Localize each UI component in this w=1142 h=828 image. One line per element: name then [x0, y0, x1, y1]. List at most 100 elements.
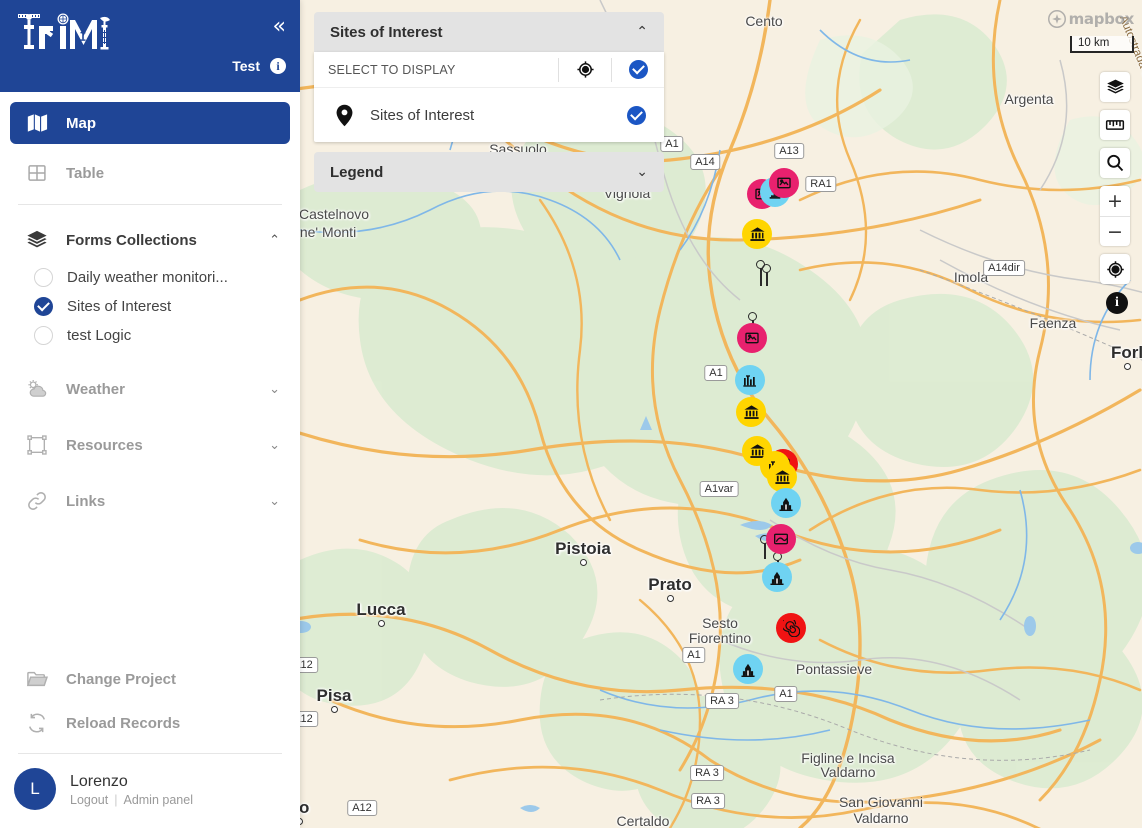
- sidebar-divider: [18, 204, 282, 205]
- group-resources: Resources ⌄: [0, 424, 300, 466]
- group-forms-collections-label: Forms Collections: [66, 231, 197, 249]
- geolocate-control-button[interactable]: [1100, 254, 1130, 284]
- radio-unchecked-icon[interactable]: [34, 268, 53, 287]
- select-all-toggle[interactable]: [612, 60, 664, 79]
- avatar[interactable]: L: [14, 768, 56, 810]
- sidebar-item-table[interactable]: Table: [10, 152, 290, 194]
- group-links-header[interactable]: Links ⌄: [0, 480, 300, 522]
- option-test-logic[interactable]: test Logic: [0, 321, 300, 350]
- layer-row-sites-of-interest[interactable]: Sites of Interest: [314, 88, 664, 142]
- logout-link[interactable]: Logout: [70, 793, 108, 807]
- forms-collections-options: Daily weather monitori... Sites of Inter…: [0, 261, 300, 354]
- sidebar-item-map-label: Map: [66, 114, 96, 132]
- map-road-shield: A14dir: [983, 260, 1025, 276]
- map-road-shield: A12: [300, 657, 318, 673]
- select-to-display-label[interactable]: SELECT TO DISPLAY: [314, 63, 558, 77]
- zoom-in-button[interactable]: +: [1100, 186, 1130, 216]
- group-resources-header[interactable]: Resources ⌄: [0, 424, 300, 466]
- map-pin-ring: [748, 312, 757, 321]
- ruler-icon: [1105, 120, 1125, 130]
- church-icon: [740, 660, 756, 678]
- chevron-down-icon[interactable]: ⌄: [269, 382, 280, 397]
- scale-bar: 10 km: [1070, 36, 1134, 53]
- map-info-button[interactable]: i: [1106, 292, 1128, 314]
- option-sites-of-interest[interactable]: Sites of Interest: [0, 292, 300, 321]
- group-weather: Weather ⌄: [0, 368, 300, 410]
- art-icon: [773, 531, 789, 547]
- museum-icon: [776, 175, 792, 191]
- layers-stack-icon: [1106, 79, 1124, 94]
- map-pin-ring: [762, 264, 771, 273]
- change-project-button[interactable]: Change Project: [0, 657, 300, 701]
- group-weather-header[interactable]: Weather ⌄: [0, 368, 300, 410]
- zoom-controls: + −: [1100, 186, 1130, 246]
- map-icon: [26, 112, 48, 134]
- bank-icon: [743, 404, 760, 421]
- map-road-shield: A1var: [699, 481, 739, 497]
- church-icon: [778, 494, 794, 512]
- sidebar-item-map[interactable]: Map: [10, 102, 290, 144]
- option-label: Sites of Interest: [67, 298, 172, 315]
- map-canvas[interactable]: Autostrada Bologna-Padova CentoArgentaSa…: [300, 0, 1142, 828]
- option-label: Daily weather monitori...: [67, 269, 228, 286]
- chevron-down-icon[interactable]: ⌄: [269, 438, 280, 453]
- map-pin-glyph: [336, 104, 353, 126]
- user-links-separator: |: [114, 792, 118, 807]
- map-marker[interactable]: [776, 613, 806, 643]
- map-marker[interactable]: [737, 323, 767, 353]
- map-road-shield: A1: [704, 365, 728, 381]
- map-road-shield: RA1: [805, 176, 837, 192]
- sidebar-header: « Test i: [0, 0, 300, 92]
- map-marker[interactable]: [766, 524, 796, 554]
- map-marker[interactable]: [735, 365, 765, 395]
- crosshair-icon: [1106, 260, 1124, 278]
- church-icon: [769, 568, 785, 586]
- museum-icon: [744, 330, 760, 346]
- chevron-up-icon[interactable]: ⌃: [636, 24, 648, 40]
- panel-title: Sites of Interest: [330, 23, 443, 41]
- collapse-sidebar-button[interactable]: «: [273, 16, 286, 38]
- zoom-out-button[interactable]: −: [1100, 216, 1130, 246]
- panel-sites-of-interest: Sites of Interest ⌃ SELECT TO DISPLAY Si…: [314, 12, 664, 142]
- measure-control-button[interactable]: [1100, 110, 1130, 140]
- option-label: test Logic: [67, 327, 132, 344]
- map-city-dot: [1123, 363, 1131, 370]
- chevron-down-icon[interactable]: ⌄: [636, 164, 648, 180]
- chevron-down-icon[interactable]: ⌄: [269, 494, 280, 509]
- radio-checked-icon[interactable]: [34, 297, 53, 316]
- group-forms-collections-header[interactable]: Forms Collections ⌃: [0, 219, 300, 261]
- map-road-shield: RA 3: [691, 793, 725, 809]
- map-marker[interactable]: [762, 562, 792, 592]
- map-marker[interactable]: [733, 654, 763, 684]
- folder-icon: [26, 668, 48, 690]
- zoom-to-layer-button[interactable]: [559, 60, 611, 79]
- map-city-dot: [666, 595, 674, 602]
- chevron-up-icon[interactable]: ⌃: [269, 233, 280, 248]
- radio-unchecked-icon[interactable]: [34, 326, 53, 345]
- map-road-shield: A1: [682, 647, 706, 663]
- layers-icon: [26, 229, 48, 251]
- project-info-icon[interactable]: i: [270, 58, 286, 74]
- reload-records-button[interactable]: Reload Records: [0, 701, 300, 745]
- map-road-shield: RA 3: [690, 765, 724, 781]
- option-daily-weather-monitoring[interactable]: Daily weather monitori...: [0, 263, 300, 292]
- panel-legend-header[interactable]: Legend ⌄: [314, 152, 664, 192]
- layer-visibility-toggle[interactable]: [627, 105, 646, 125]
- mapbox-attribution[interactable]: mapbox: [1047, 10, 1134, 28]
- search-control-button[interactable]: [1100, 148, 1130, 178]
- sidebar-footer: Change Project Reload Records L Lorenzo: [0, 657, 300, 828]
- map-marker[interactable]: [769, 168, 799, 198]
- map-marker[interactable]: [742, 219, 772, 249]
- bank-icon: [749, 226, 766, 243]
- map-road-shield: A1: [774, 686, 798, 702]
- map-overlay-panels: Sites of Interest ⌃ SELECT TO DISPLAY Si…: [314, 12, 664, 202]
- app-root: « Test i Map Table Forms Collections ⌃ D…: [0, 0, 1142, 828]
- map-marker[interactable]: [771, 488, 801, 518]
- map-marker[interactable]: [736, 397, 766, 427]
- map-city-dot: [579, 559, 587, 566]
- panel-sites-of-interest-header[interactable]: Sites of Interest ⌃: [314, 12, 664, 52]
- admin-panel-link[interactable]: Admin panel: [123, 793, 193, 807]
- layers-control-button[interactable]: [1100, 72, 1130, 102]
- map-pin-stick: [760, 268, 762, 286]
- panel-sites-of-interest-body: SELECT TO DISPLAY Sites of Interest: [314, 52, 664, 142]
